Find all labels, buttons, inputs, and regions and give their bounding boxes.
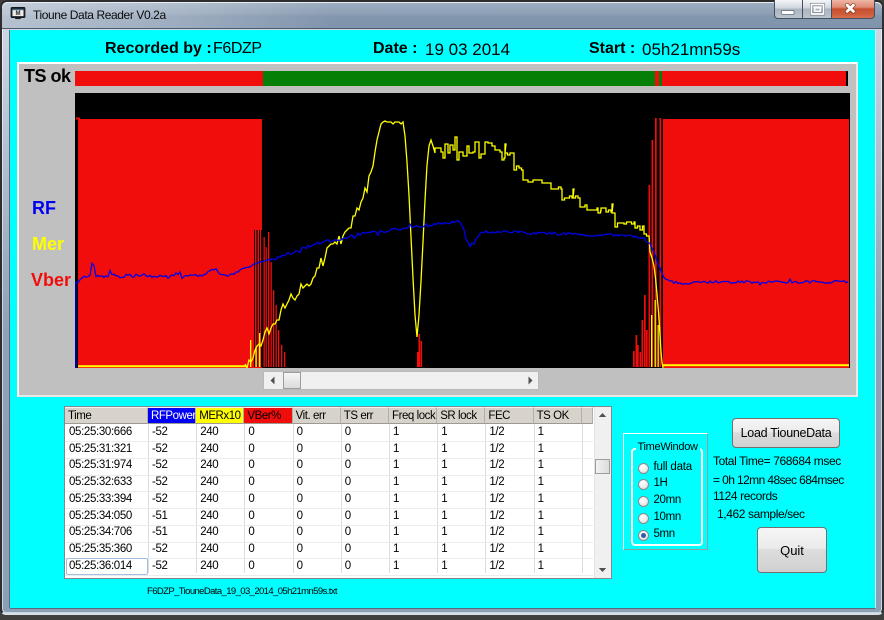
- svg-text:M: M: [15, 11, 20, 17]
